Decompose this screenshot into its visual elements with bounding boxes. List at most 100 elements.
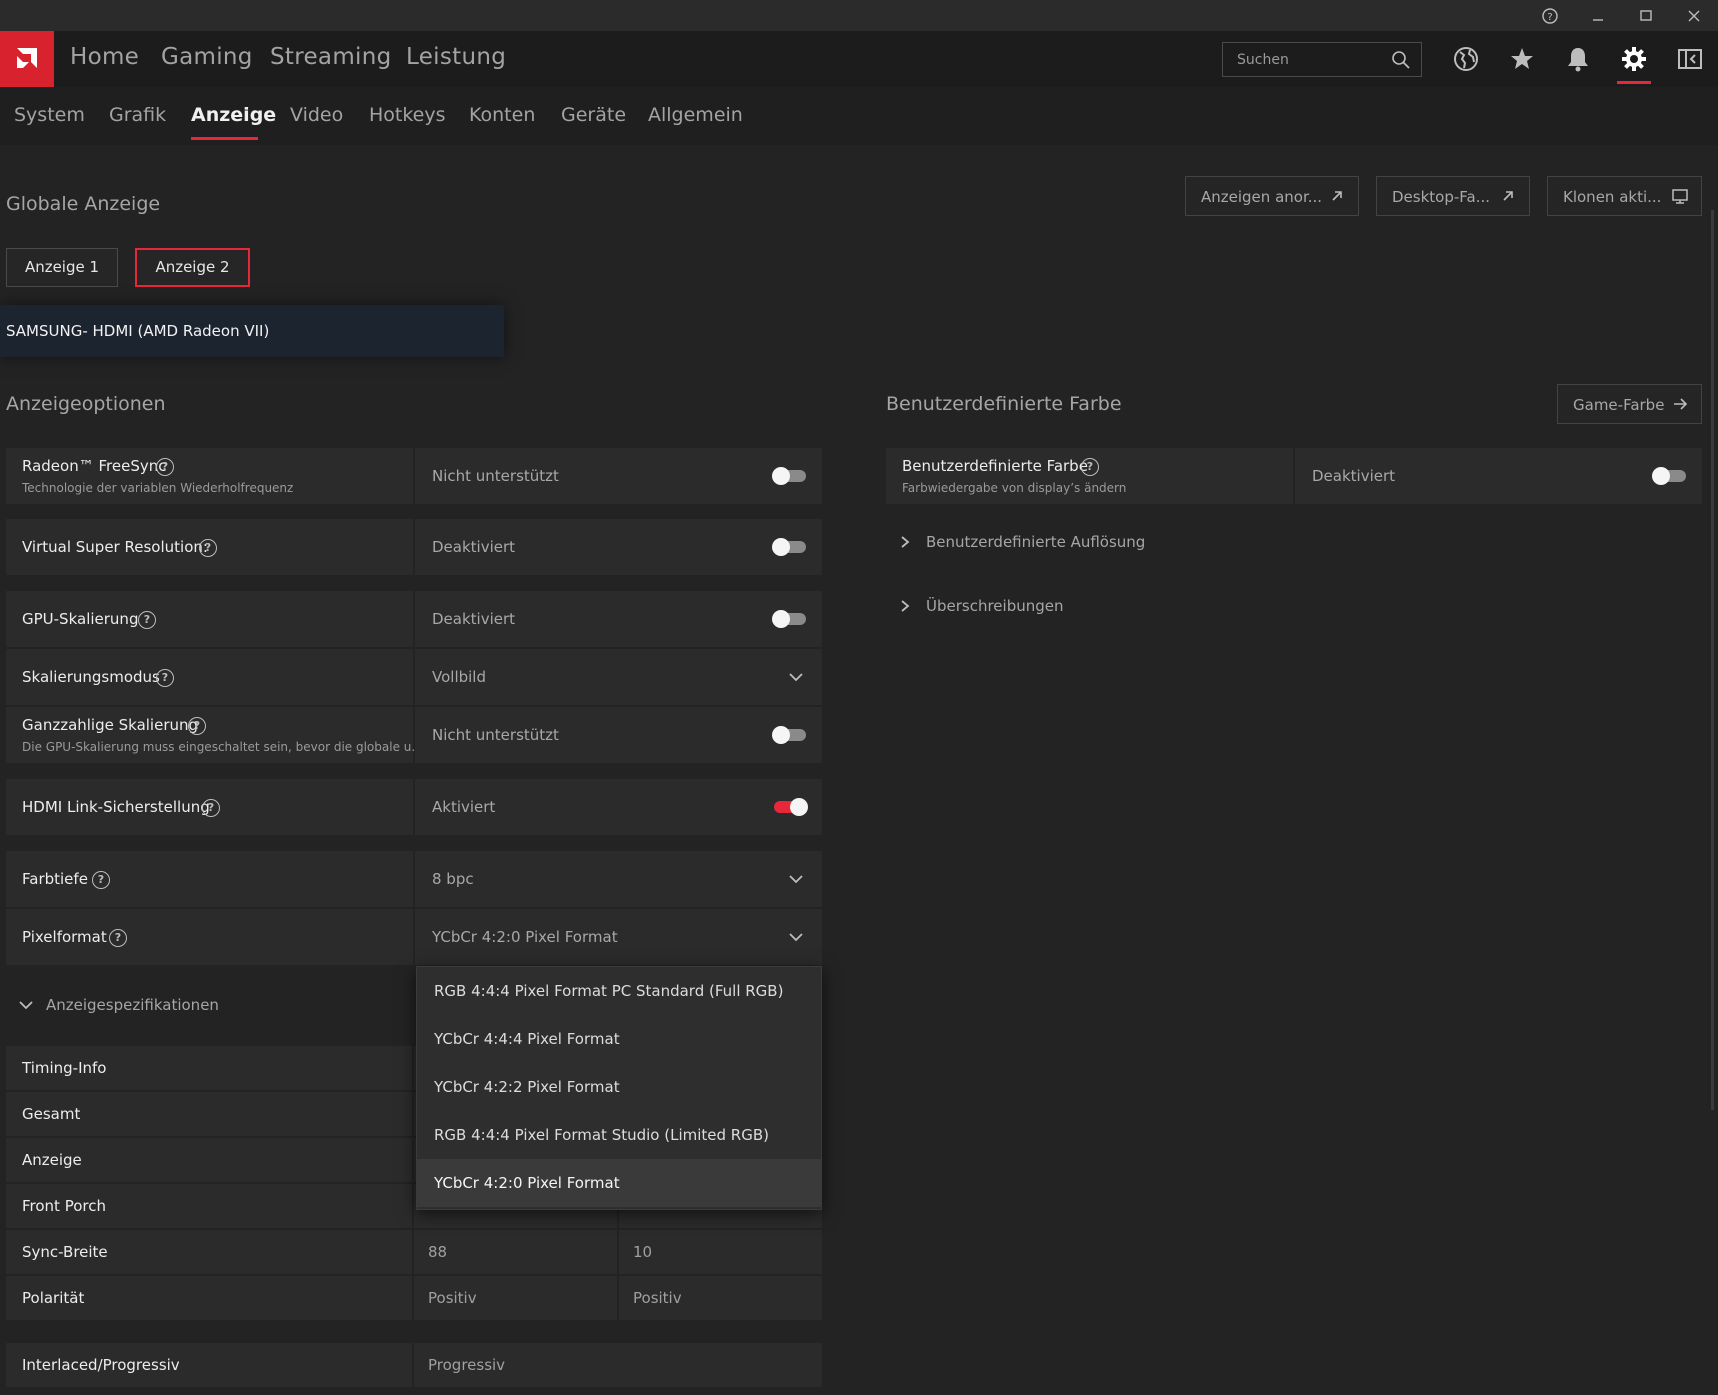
help-icon[interactable]: ? <box>1081 458 1099 476</box>
spec-value: 10 <box>633 1243 653 1261</box>
close-icon[interactable] <box>1684 6 1704 26</box>
pixel-format-option[interactable]: YCbCr 4:2:2 Pixel Format <box>417 1063 821 1111</box>
external-link-icon <box>1332 191 1342 201</box>
overrides-expander[interactable]: Überschreibungen <box>886 588 1306 624</box>
pixel-format-option-selected[interactable]: YCbCr 4:2:0 Pixel Format <box>417 1159 821 1207</box>
chevron-down-icon <box>789 933 803 942</box>
freesync-control-cell: Nicht unterstützt <box>415 448 822 504</box>
color-depth-dropdown[interactable]: 8 bpc <box>415 851 822 907</box>
gear-icon[interactable] <box>1620 45 1648 73</box>
hdmi-link-control-cell: Aktiviert <box>415 779 822 835</box>
help-icon[interactable]: ? <box>156 458 174 476</box>
star-icon[interactable] <box>1508 45 1536 73</box>
color-depth-label-cell: Farbtiefe ? <box>6 851 413 907</box>
pixel-format-option[interactable]: RGB 4:4:4 Pixel Format Studio (Limited R… <box>417 1111 821 1159</box>
arrange-displays-label: Anzeigen anor... <box>1201 188 1323 206</box>
hdmi-link-toggle[interactable] <box>774 798 808 816</box>
pixel-format-label: Pixelformat <box>22 928 107 946</box>
custom-color-label-cell: Benutzerdefinierte Farbe ? Farbwiedergab… <box>886 448 1293 504</box>
polarity-label: Polarität <box>22 1289 85 1307</box>
tab-konten[interactable]: Konten <box>469 104 535 126</box>
spec-value: 88 <box>428 1243 448 1261</box>
scaling-mode-dropdown[interactable]: Vollbild <box>415 649 822 705</box>
pixel-format-menu: RGB 4:4:4 Pixel Format PC Standard (Full… <box>416 966 822 1210</box>
tab-anzeige[interactable]: Anzeige <box>191 104 276 126</box>
table-row: Polarität Positiv Positiv <box>6 1276 822 1320</box>
globe-icon[interactable] <box>1452 45 1480 73</box>
nav-home[interactable]: Home <box>70 44 139 70</box>
pixel-format-option[interactable]: RGB 4:4:4 Pixel Format PC Standard (Full… <box>417 967 821 1015</box>
integer-scaling-toggle[interactable] <box>772 726 806 744</box>
custom-resolution-expander[interactable]: Benutzerdefinierte Auflösung <box>886 524 1306 560</box>
minimize-icon[interactable] <box>1588 6 1608 26</box>
chevron-right-icon <box>901 536 910 548</box>
svg-text:?: ? <box>1547 12 1552 23</box>
integer-scaling-label-cell: Ganzzahlige Skalierung ? Die GPU-Skalier… <box>6 707 423 763</box>
display-specs-expander[interactable]: Anzeigespezifikationen <box>6 985 416 1025</box>
sidebar-icon[interactable] <box>1676 45 1704 73</box>
table-row: Sync-Breite 88 10 <box>6 1230 822 1274</box>
help-icon[interactable]: ? <box>138 611 156 629</box>
clone-displays-button[interactable]: Klonen akti... <box>1547 176 1702 216</box>
tab-system[interactable]: System <box>14 104 85 126</box>
external-link-icon <box>1503 191 1513 201</box>
help-icon[interactable]: ? <box>188 717 206 735</box>
nav-gaming[interactable]: Gaming <box>161 44 253 70</box>
pixel-format-option[interactable]: YCbCr 4:4:4 Pixel Format <box>417 1015 821 1063</box>
settings-tabs: System Grafik Anzeige Video Hotkeys Kont… <box>0 87 1718 145</box>
scrollbar[interactable] <box>1711 210 1714 1110</box>
gpu-scaling-toggle[interactable] <box>772 610 806 628</box>
maximize-icon[interactable] <box>1636 6 1656 26</box>
nav-streaming[interactable]: Streaming <box>270 44 392 70</box>
overrides-label: Überschreibungen <box>926 597 1064 615</box>
scaling-mode-label-cell: Skalierungsmodus ? <box>6 649 413 705</box>
tab-grafik[interactable]: Grafik <box>109 104 166 126</box>
spec-value: Progressiv <box>428 1356 506 1374</box>
display-1-button[interactable]: Anzeige 1 <box>6 248 118 287</box>
gpu-scaling-control-cell: Deaktiviert <box>415 591 822 647</box>
search-input[interactable]: Suchen <box>1222 42 1422 77</box>
integer-scaling-value: Nicht unterstützt <box>432 726 559 744</box>
bell-icon[interactable] <box>1564 45 1592 73</box>
timing-info-label: Timing-Info <box>22 1059 107 1077</box>
integer-scaling-description: Die GPU-Skalierung muss eingeschaltet se… <box>22 740 423 754</box>
chevron-right-icon <box>901 600 910 612</box>
desktop-color-button[interactable]: Desktop-Fa... <box>1376 176 1530 216</box>
gpu-scaling-value: Deaktiviert <box>432 610 516 628</box>
help-icon[interactable]: ? <box>202 799 220 817</box>
hdmi-link-label: HDMI Link-Sicherstellung <box>22 798 210 816</box>
tab-geraete[interactable]: Geräte <box>561 104 626 126</box>
global-display-title: Globale Anzeige <box>6 193 161 215</box>
search-placeholder: Suchen <box>1237 52 1289 68</box>
nav-leistung[interactable]: Leistung <box>406 44 506 70</box>
help-circle-icon[interactable]: ? <box>1540 6 1560 26</box>
help-icon[interactable]: ? <box>156 669 174 687</box>
help-icon[interactable]: ? <box>199 539 217 557</box>
search-icon[interactable] <box>1391 50 1411 70</box>
interlaced-label: Interlaced/Progressiv <box>22 1356 180 1374</box>
vsr-toggle[interactable] <box>772 538 806 556</box>
monitor-selector[interactable]: SAMSUNG- HDMI (AMD Radeon VII) <box>0 305 504 357</box>
display-2-button[interactable]: Anzeige 2 <box>135 248 250 287</box>
title-bar: ? <box>0 0 1718 31</box>
tab-video[interactable]: Video <box>290 104 343 126</box>
desktop-color-label: Desktop-Fa... <box>1392 188 1491 206</box>
custom-resolution-label: Benutzerdefinierte Auflösung <box>926 533 1146 551</box>
custom-color-value: Deaktiviert <box>1312 467 1396 485</box>
game-color-button[interactable]: Game-Farbe <box>1557 384 1702 424</box>
settings-active-indicator <box>1617 81 1651 84</box>
freesync-toggle[interactable] <box>772 467 806 485</box>
help-icon[interactable]: ? <box>92 871 110 889</box>
pixel-format-dropdown[interactable]: YCbCr 4:2:0 Pixel Format <box>415 909 822 965</box>
integer-scaling-control-cell: Nicht unterstützt <box>415 707 822 763</box>
arrange-displays-button[interactable]: Anzeigen anor... <box>1185 176 1359 216</box>
scaling-mode-value: Vollbild <box>432 668 486 686</box>
help-icon[interactable]: ? <box>109 929 127 947</box>
chevron-down-icon <box>789 875 803 884</box>
custom-color-toggle[interactable] <box>1652 467 1686 485</box>
spec-value: Positiv <box>633 1289 682 1307</box>
amd-logo[interactable] <box>0 31 54 87</box>
tab-allgemein[interactable]: Allgemein <box>648 104 743 126</box>
tab-hotkeys[interactable]: Hotkeys <box>369 104 446 126</box>
monitor-name: SAMSUNG- HDMI (AMD Radeon VII) <box>6 322 270 340</box>
